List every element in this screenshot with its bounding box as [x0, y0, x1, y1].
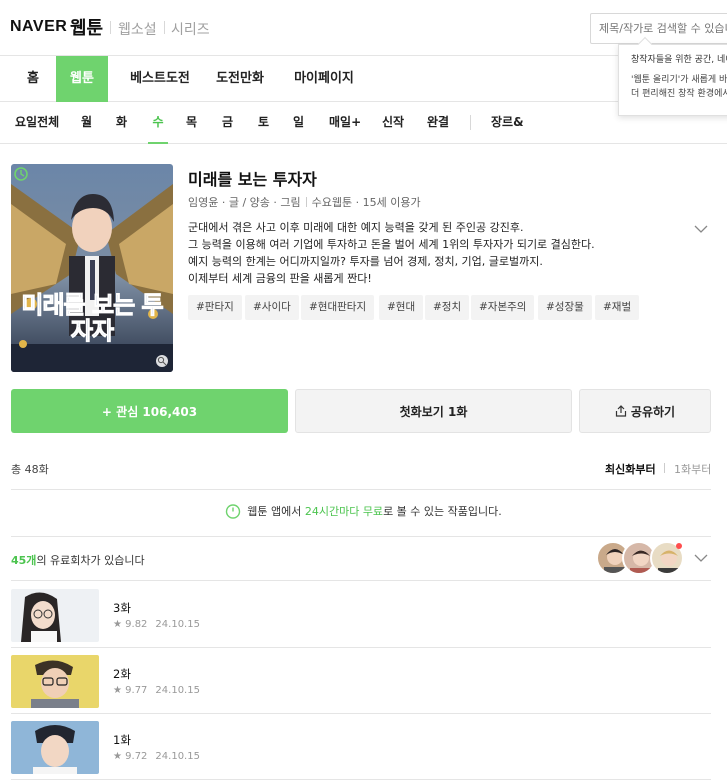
episode-rating: 9.77	[125, 685, 148, 696]
divider	[110, 21, 111, 34]
tag[interactable]: #현대	[379, 295, 424, 320]
paid-episodes-info[interactable]: 45개의 유료회차가 있습니다	[11, 552, 145, 568]
episode-row[interactable]: 2화 ★ 9.77 24.10.15	[11, 655, 711, 715]
favorite-button[interactable]: + 관심 106,403	[11, 389, 288, 433]
webnovel-link[interactable]: 웹소설	[118, 19, 157, 39]
description-line: 그 능력을 이용해 여러 기업에 투자하고 돈을 벌어 세계 1위의 투자자가 …	[188, 238, 595, 251]
tag[interactable]: #성장물	[538, 295, 592, 320]
work-title: 미래를 보는 투자자	[188, 170, 317, 189]
episode-info: ★ 9.72 24.10.15	[113, 751, 200, 762]
chevron-down-icon[interactable]	[694, 223, 708, 237]
timer-icon	[226, 504, 241, 519]
tag[interactable]: #사이다	[245, 295, 299, 320]
day-tab-fri[interactable]: 금	[222, 102, 233, 144]
notice-text: 웹툰 앱에서	[247, 505, 305, 518]
episode-rating: 9.72	[125, 751, 148, 762]
work-description: 군대에서 겪은 사고 이후 미래에 대한 예지 능력을 갖게 된 주인공 강진후…	[188, 219, 595, 287]
sort-newest[interactable]: 최신화부터	[605, 461, 656, 477]
episode-date: 24.10.15	[155, 751, 200, 762]
day-tab-sun[interactable]: 일	[293, 102, 304, 144]
notice-text: 로 볼 수 있는 작품입니다.	[383, 505, 502, 518]
notice-highlight: 24시간마다 무료	[304, 505, 384, 518]
day-tab-all[interactable]: 요일전체	[15, 102, 59, 144]
divider	[664, 463, 665, 473]
share-icon	[615, 405, 627, 417]
author-info[interactable]: 임영윤 · 글 / 양송 · 그림	[188, 196, 301, 209]
share-label: 공유하기	[630, 404, 676, 419]
day-tab-wed[interactable]: 수	[148, 102, 168, 144]
episode-date: 24.10.15	[155, 685, 200, 696]
episode-total: 총 48화	[11, 463, 49, 476]
day-tab-mon[interactable]: 월	[81, 102, 92, 144]
publish-info: 수요웹툰 · 15세 이용가	[311, 196, 421, 209]
nav-webtoon[interactable]: 웹툰	[56, 56, 108, 102]
cover-title-logo: 미래를 보는 투자자	[21, 291, 164, 345]
episode-thumbnail	[11, 589, 99, 642]
tag[interactable]: #현대판타지	[301, 295, 375, 320]
tag[interactable]: #자본주의	[471, 295, 535, 320]
star-icon: ★	[113, 751, 126, 762]
episode-title: 1화	[113, 733, 131, 747]
chevron-down-icon[interactable]	[694, 552, 708, 566]
divider	[11, 713, 711, 714]
episode-thumbnail	[11, 655, 99, 708]
star-icon: ★	[113, 619, 126, 630]
day-tab-sat[interactable]: 토	[258, 102, 269, 144]
tooltip-line: '웹툰 올리기'가 새롭게 바뀌었습니다.	[631, 75, 727, 85]
day-tab-tue[interactable]: 화	[116, 102, 127, 144]
search-input[interactable]	[590, 13, 727, 44]
divider	[164, 21, 165, 34]
episode-row[interactable]: 1화 ★ 9.72 24.10.15	[11, 721, 711, 781]
divider	[11, 647, 711, 648]
divider	[11, 536, 711, 537]
naver-logo[interactable]: NAVER	[10, 18, 67, 36]
description-line: 예지 능력의 한계는 어디까지일까? 투자를 넘어 경제, 정치, 기업, 글로…	[188, 255, 543, 268]
description-line: 군대에서 겪은 사고 이후 미래에 대한 예지 능력을 갖게 된 주인공 강진후…	[188, 221, 524, 234]
tag[interactable]: #재벌	[595, 295, 640, 320]
nav-challenge[interactable]: 도전만화	[208, 56, 272, 102]
day-tab-thu[interactable]: 목	[186, 102, 197, 144]
episode-title: 2화	[113, 667, 131, 681]
series-link[interactable]: 시리즈	[171, 19, 210, 39]
nav-best-challenge[interactable]: 베스트도전	[118, 56, 202, 102]
episode-title: 3화	[113, 601, 131, 615]
creator-center-tooltip[interactable]: 창작자들을 위한 공간, 네이버 웹툰 창작자센터 '웹툰 올리기'가 새롭게 …	[618, 44, 727, 116]
first-episode-button[interactable]: 첫화보기 1화	[295, 389, 572, 433]
day-tab-new[interactable]: 신작	[382, 102, 404, 144]
day-tab-genre[interactable]: 장르&	[491, 102, 524, 144]
day-tab-daily[interactable]: 매일+	[329, 102, 361, 144]
share-button[interactable]: 공유하기	[579, 389, 711, 433]
divider	[470, 115, 471, 130]
tag[interactable]: #판타지	[188, 295, 242, 320]
episode-thumbnail	[11, 721, 99, 774]
divider	[11, 489, 711, 490]
paid-episode-thumbs[interactable]	[596, 541, 688, 576]
work-meta: 임영윤 · 글 / 양송 · 그림 수요웹툰 · 15세 이용가	[188, 194, 421, 210]
free-notice: 웹툰 앱에서 24시간마다 무료로 볼 수 있는 작품입니다.	[0, 503, 727, 519]
tag[interactable]: #정치	[425, 295, 470, 320]
episode-rating: 9.82	[125, 619, 148, 630]
nav-mypage[interactable]: 마이페이지	[285, 56, 363, 102]
sort-first[interactable]: 1화부터	[674, 461, 711, 477]
divider	[11, 580, 711, 581]
divider	[305, 197, 307, 207]
paid-text: 의 유료회차가 있습니다	[36, 554, 145, 567]
episode-info: ★ 9.77 24.10.15	[113, 685, 200, 696]
nav-home[interactable]: 홈	[11, 56, 55, 102]
episode-date: 24.10.15	[155, 619, 200, 630]
episode-info: ★ 9.82 24.10.15	[113, 619, 200, 630]
episode-row[interactable]: 3화 ★ 9.82 24.10.15	[11, 589, 711, 649]
divider	[11, 779, 711, 780]
day-tab-completed[interactable]: 완결	[427, 102, 449, 144]
new-badge	[676, 543, 682, 549]
description-line: 이제부터 세계 금융의 판을 새롭게 짠다!	[188, 272, 372, 285]
tooltip-line: 창작자들을 위한 공간, 네이버 웹툰 창작자센터	[631, 55, 727, 65]
cover-thumbnail[interactable]: 미래를 보는 투자자	[11, 164, 173, 372]
tooltip-line: 더 편리해진 창작 환경에서	[631, 89, 727, 99]
paid-count: 45개	[11, 554, 37, 567]
star-icon: ★	[113, 685, 126, 696]
webtoon-logo[interactable]: 웹툰	[70, 14, 103, 40]
